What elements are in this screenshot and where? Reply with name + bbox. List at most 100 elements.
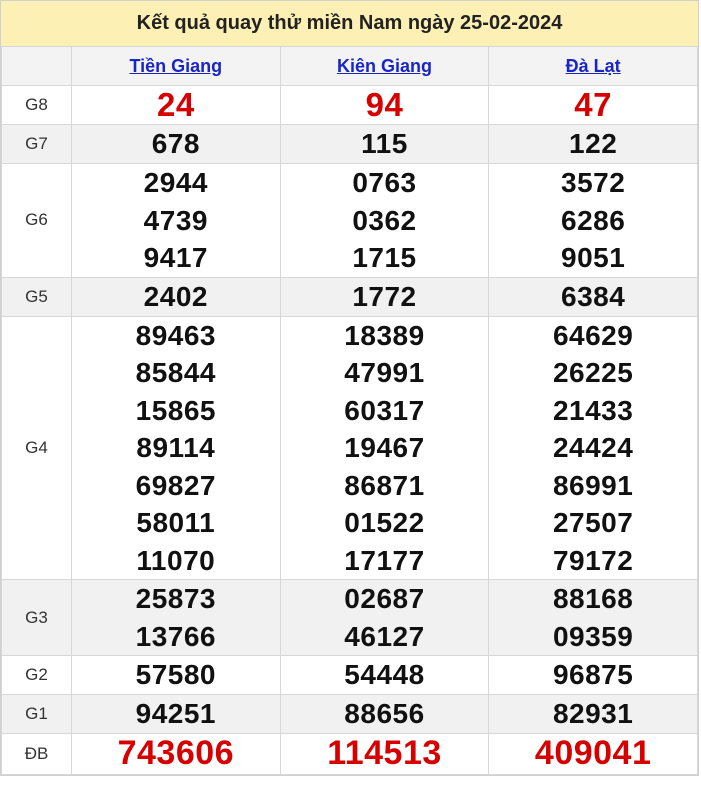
- prize-cell: 6384: [488, 276, 698, 317]
- prize-label: G5: [1, 276, 72, 317]
- prize-cell: 114513: [279, 733, 490, 775]
- prize-cell: 24: [71, 85, 281, 125]
- prize-number: 743606: [117, 734, 235, 773]
- prize-number: 122: [569, 128, 618, 160]
- prize-number: 02687: [344, 583, 425, 614]
- prize-cell: 96875: [488, 655, 698, 695]
- prize-cell: 88656: [279, 694, 490, 734]
- prize-number: 409041: [534, 734, 652, 773]
- prize-cell: 2944 4739 9417: [71, 163, 281, 278]
- prize-number: 1772: [352, 280, 417, 312]
- prize-row-g4: G4 89463 85844 15865 89114 69827 58011 11070 183…: [1, 315, 698, 580]
- prize-number: 24: [156, 86, 195, 124]
- prize-number: 47: [574, 86, 613, 124]
- prize-number: 9417: [143, 242, 208, 273]
- prize-cell: 02687 46127: [279, 579, 490, 656]
- prize-number: 89463: [135, 319, 217, 351]
- prize-number: 94: [365, 86, 404, 124]
- prize-number: 3572: [561, 167, 626, 198]
- prize-label: G2: [1, 655, 72, 695]
- prize-row-g7: G7 678 115 122: [1, 124, 698, 164]
- prize-cell: 82931: [488, 694, 698, 734]
- prize-number: 4739: [143, 204, 208, 236]
- prize-cell: 743606: [71, 733, 281, 775]
- prize-number: 19467: [344, 432, 425, 463]
- prize-cell: 115: [279, 124, 490, 164]
- prize-number: 114513: [327, 734, 442, 773]
- prize-number: 27507: [552, 507, 634, 538]
- province-link-tien-giang[interactable]: Tiền Giang: [129, 56, 222, 76]
- province-link-da-lat[interactable]: Đà Lạt: [566, 56, 621, 76]
- prize-cell: 18389 47991 60317 19467 86871 01522 17177: [279, 315, 490, 580]
- prize-number: 25873: [135, 583, 217, 614]
- prize-number: 0763: [352, 167, 417, 198]
- prize-number: 115: [361, 128, 408, 160]
- prize-row-g3: G3 25873 13766 02687 46127 88168 09359: [1, 579, 698, 656]
- prize-number: 11070: [136, 544, 216, 576]
- prize-label: G8: [1, 85, 72, 125]
- prize-number: 21433: [552, 394, 634, 426]
- prize-number: 6384: [561, 280, 626, 312]
- prize-label: G4: [1, 315, 72, 580]
- prize-number: 85844: [135, 357, 217, 388]
- province-link-kien-giang[interactable]: Kiên Giang: [337, 56, 432, 76]
- prize-row-g5: G5 2402 1772 6384: [1, 276, 698, 317]
- prize-cell: 678: [71, 124, 281, 164]
- prize-cell: 3572 6286 9051: [488, 163, 698, 278]
- prize-cell: 54448: [279, 655, 490, 695]
- prize-cell: 57580: [71, 655, 281, 695]
- prize-number: 88656: [344, 698, 425, 730]
- prize-cell: 94: [279, 85, 490, 125]
- prize-number: 60317: [344, 394, 425, 426]
- prize-number: 0362: [352, 204, 417, 236]
- prize-number: 6286: [561, 204, 626, 236]
- prize-number: 2402: [143, 280, 208, 312]
- prize-number: 54448: [344, 659, 425, 691]
- prize-cell: 88168 09359: [488, 579, 698, 656]
- prize-cell: 89463 85844 15865 89114 69827 58011 11070: [71, 315, 281, 580]
- prize-number: 82931: [552, 698, 634, 730]
- prize-row-đb: ĐB 743606 114513 409041: [1, 733, 698, 775]
- prize-cell: 122: [488, 124, 698, 164]
- prize-label: G1: [1, 694, 72, 734]
- prize-row-g2: G2 57580 54448 96875: [1, 655, 698, 695]
- prize-number: 17177: [344, 544, 425, 576]
- prize-number: 46127: [344, 620, 425, 652]
- prize-cell: 47: [488, 85, 698, 125]
- prize-cell: 2402: [71, 276, 281, 317]
- page-title: Kết quả quay thử miền Nam ngày 25-02-202…: [1, 1, 698, 46]
- prize-number: 01522: [344, 507, 425, 538]
- prize-number: 13766: [135, 620, 217, 652]
- prize-row-g1: G1 94251 88656 82931: [1, 694, 698, 734]
- prize-label: G3: [1, 579, 72, 656]
- prize-number: 88168: [552, 583, 634, 614]
- prize-number: 57580: [135, 659, 217, 691]
- header-empty-cell: [1, 46, 72, 86]
- prize-number: 24424: [552, 432, 634, 463]
- prize-number: 678: [151, 128, 200, 160]
- prize-cell: 64629 26225 21433 24424 86991 27507 79172: [488, 315, 698, 580]
- prize-number: 86991: [552, 469, 634, 501]
- header-row: Tiền Giang Kiên Giang Đà Lạt: [1, 46, 698, 86]
- prize-label: G6: [1, 163, 72, 278]
- results-panel: Kết quả quay thử miền Nam ngày 25-02-202…: [0, 0, 699, 776]
- prize-label: ĐB: [1, 733, 72, 775]
- prize-number: 89114: [136, 432, 216, 463]
- prize-number: 09359: [552, 620, 634, 652]
- prize-row-g6: G6 2944 4739 9417 0763 0362 1715 3572 6286 9051: [1, 163, 698, 278]
- prize-number: 26225: [552, 357, 634, 388]
- prize-cell: 94251: [71, 694, 281, 734]
- prize-cell: 1772: [279, 276, 490, 317]
- prize-number: 9051: [561, 242, 626, 273]
- prize-number: 64629: [552, 319, 634, 351]
- prize-number: 96875: [552, 659, 634, 691]
- prize-cell: 0763 0362 1715: [279, 163, 490, 278]
- prize-cell: 409041: [488, 733, 698, 775]
- prize-number: 86871: [344, 469, 425, 501]
- prize-number: 1715: [352, 242, 417, 273]
- prize-number: 58011: [136, 507, 216, 538]
- prize-label: G7: [1, 124, 72, 164]
- prize-cell: 25873 13766: [71, 579, 281, 656]
- prize-number: 69827: [135, 469, 217, 501]
- prize-number: 18389: [344, 319, 425, 351]
